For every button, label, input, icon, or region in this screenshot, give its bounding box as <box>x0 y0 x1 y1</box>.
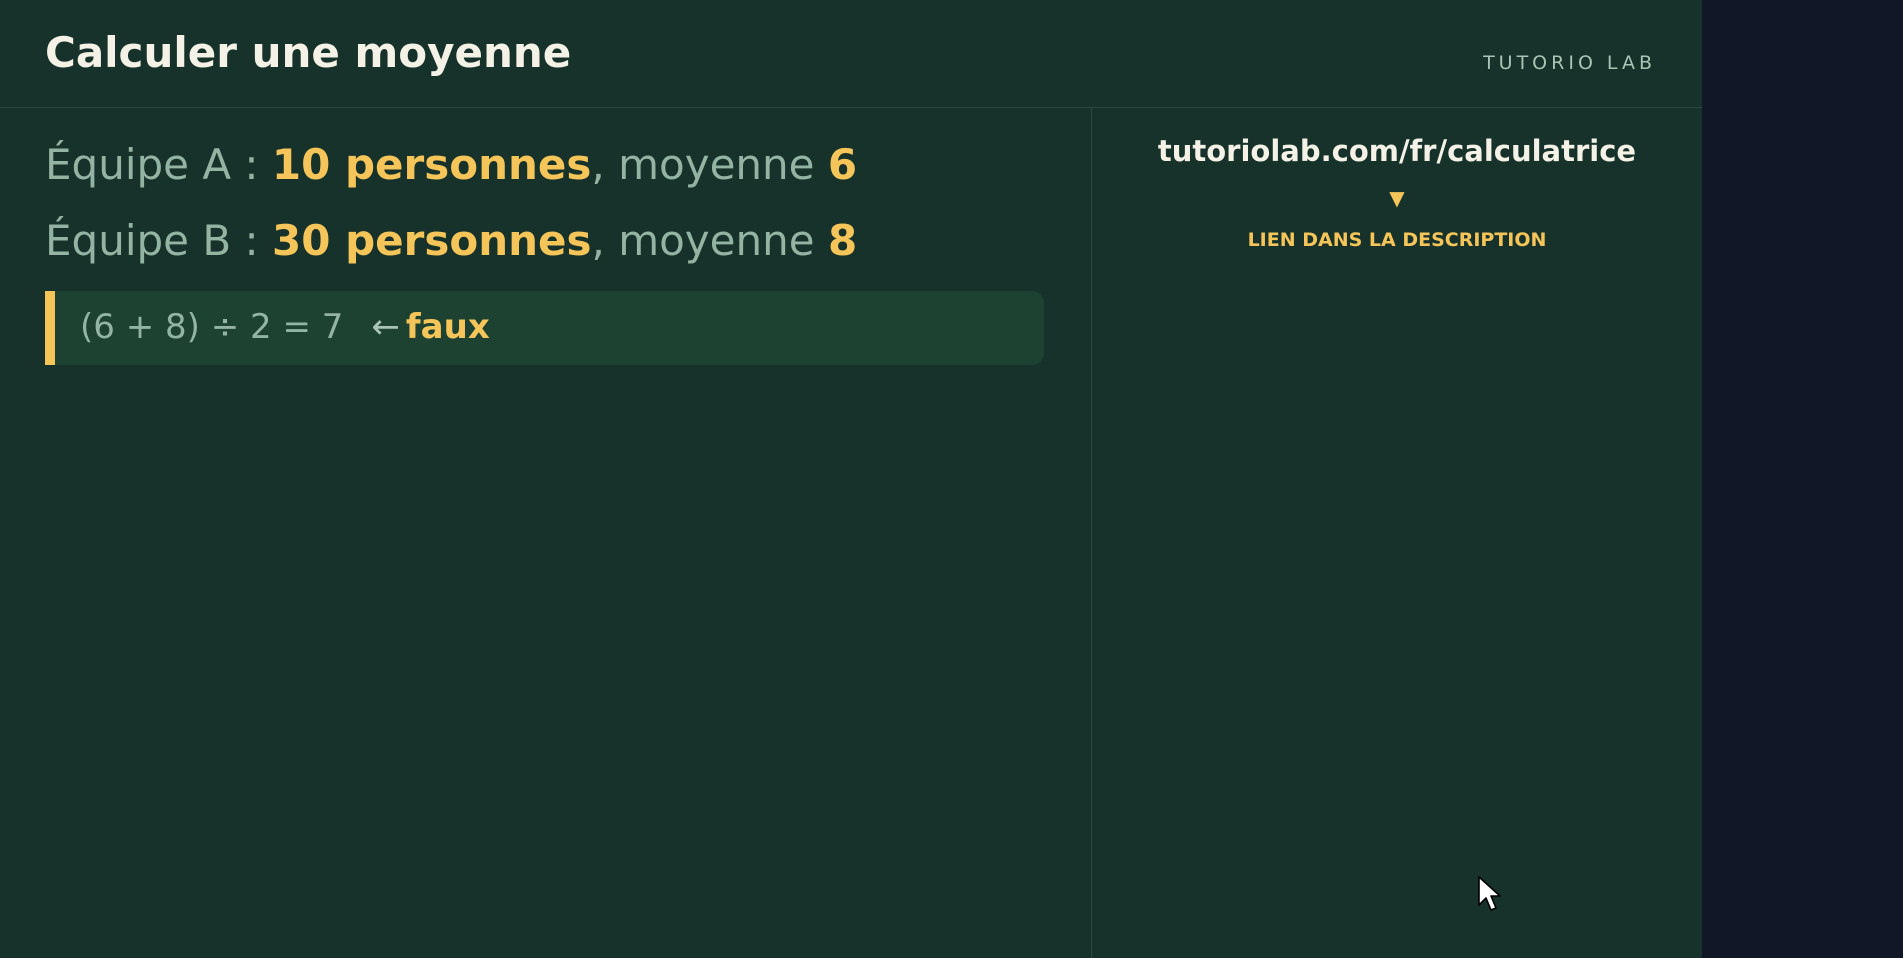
team-a-prefix: Équipe A : <box>45 140 272 189</box>
brand-label: TUTORIO LAB <box>1483 52 1656 74</box>
left-arrow-icon: ← <box>371 307 400 347</box>
description-link-note: LIEN DANS LA DESCRIPTION <box>1247 229 1547 251</box>
team-b-count: 30 personnes <box>272 216 592 265</box>
calculator-url: tutoriolab.com/fr/calculatrice <box>1157 134 1637 168</box>
wrong-label: faux <box>405 307 490 347</box>
page-title: Calculer une moyenne <box>45 28 572 77</box>
team-a-average: 6 <box>827 140 858 189</box>
callout-accent-bar <box>45 291 55 365</box>
wrong-formula-callout: (6 + 8) ÷ 2 = 7 ← faux <box>45 291 1044 365</box>
team-a-line: Équipe A : 10 personnes, moyenne 6 <box>45 140 857 189</box>
team-b-prefix: Équipe B : <box>45 216 273 265</box>
team-b-line: Équipe B : 30 personnes, moyenne 8 <box>45 216 857 265</box>
team-a-count: 10 personnes <box>271 140 592 189</box>
formula-expression: (6 + 8) ÷ 2 = 7 <box>80 307 344 347</box>
team-a-middle: , moyenne <box>591 140 828 189</box>
team-b-average: 8 <box>827 216 858 265</box>
header-bar: Calculer une moyenne TUTORIO LAB <box>0 0 1702 108</box>
chalkboard-panel: Calculer une moyenne TUTORIO LAB Équipe … <box>0 0 1702 958</box>
team-b-middle: , moyenne <box>591 216 828 265</box>
mouse-pointer-icon <box>1478 876 1501 911</box>
down-triangle-icon: ▼ <box>1389 186 1405 210</box>
formula-line: (6 + 8) ÷ 2 = 7 ← faux <box>80 307 490 347</box>
